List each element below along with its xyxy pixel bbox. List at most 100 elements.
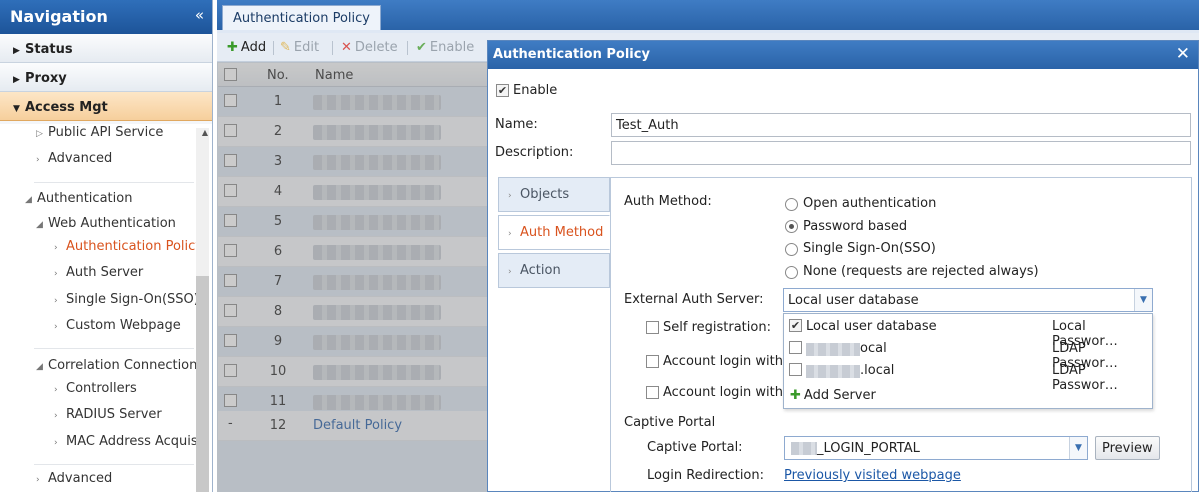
side-tab-objects[interactable]: › Objects — [498, 177, 610, 212]
account-login-w-label: Account login with W — [663, 354, 800, 369]
login-redirection-label: Login Redirection: — [647, 468, 764, 483]
tree-label: Public API Service — [48, 125, 164, 140]
divider — [34, 464, 194, 465]
radio-open-authentication[interactable] — [785, 198, 798, 211]
radio-label: None (requests are rejected always) — [803, 264, 1039, 279]
dropdown-option[interactable]: .local LDAP Passwor… — [784, 359, 1152, 393]
delete-button[interactable]: ✕ Delete — [341, 40, 398, 55]
external-auth-select[interactable]: Local user database ▼ — [783, 288, 1153, 312]
tree-item-auth-server[interactable]: › Auth Server — [54, 265, 143, 280]
chevron-right-icon: › — [36, 475, 40, 485]
chevron-right-icon: › — [508, 267, 512, 277]
toolbar-separator — [273, 41, 274, 55]
dialog-title: Authentication Policy — [493, 47, 650, 62]
account-login-s-checkbox[interactable] — [646, 386, 659, 399]
tree-item-correlation-connection[interactable]: ◢ Correlation Connection — [36, 358, 197, 373]
tree-label: Authentication Policy — [66, 239, 203, 254]
edit-label: Edit — [293, 40, 320, 55]
dropdown-option[interactable]: ✔ Local user database Local Passwor… — [784, 315, 1152, 349]
close-icon[interactable]: ✕ — [1176, 44, 1190, 64]
enable-checkbox[interactable]: ✔ — [496, 84, 509, 97]
name-input[interactable]: Test_Auth — [611, 113, 1191, 137]
plus-icon: ✚ — [790, 388, 801, 403]
chevron-right-icon: › — [54, 411, 58, 421]
description-label: Description: — [495, 145, 574, 160]
tab-strip: Authentication Policy — [217, 0, 1199, 30]
nav-section-proxy[interactable]: ▶ Proxy — [0, 63, 212, 92]
add-button[interactable]: ✚ Add — [227, 40, 266, 55]
side-tab-action[interactable]: › Action — [498, 253, 610, 288]
tree-item-public-api[interactable]: ▷ Public API Service — [36, 125, 163, 140]
chevron-right-icon: › — [54, 385, 58, 395]
tree-label: RADIUS Server — [66, 407, 162, 422]
nav-section-access-mgt[interactable]: ▼ Access Mgt — [0, 92, 212, 121]
radio-password-based[interactable] — [785, 220, 798, 233]
external-auth-label: External Auth Server: — [624, 292, 764, 307]
description-input[interactable] — [611, 141, 1191, 165]
expanded-triangle-icon: ◢ — [36, 362, 43, 372]
tree-label: Correlation Connection — [48, 358, 198, 373]
chevron-right-icon: › — [54, 438, 58, 448]
tab-authentication-policy[interactable]: Authentication Policy — [222, 5, 381, 30]
self-registration-checkbox[interactable] — [646, 321, 659, 334]
auth-method-label: Auth Method: — [624, 194, 712, 209]
authentication-policy-dialog: Authentication Policy ✕ ✔ Enable Name: T… — [487, 40, 1199, 492]
divider — [34, 182, 194, 183]
option-name: Local user database — [806, 319, 937, 334]
tree-item-radius-server[interactable]: › RADIUS Server — [54, 407, 162, 422]
tree-item-authentication-policy[interactable]: › Authentication Policy — [54, 239, 203, 254]
nav-scrollbar-thumb[interactable] — [196, 276, 209, 492]
option-type: LDAP Passwor… — [1052, 363, 1118, 393]
scroll-up-icon[interactable]: ▲ — [202, 128, 208, 137]
divider — [34, 348, 194, 349]
self-registration-label: Self registration: — [663, 320, 771, 335]
navigation-title: Navigation — [10, 7, 108, 26]
nav-section-label: Status — [25, 42, 73, 57]
dropdown-option[interactable]: ocal LDAP Passwor… — [784, 337, 1152, 371]
tree-item-advanced[interactable]: › Advanced — [36, 151, 112, 166]
option-checkbox[interactable] — [789, 363, 802, 376]
tree-label: Single Sign-On(SSO) — [66, 292, 199, 307]
tree-item-sso[interactable]: › Single Sign-On(SSO) — [54, 292, 199, 307]
tree-item-advanced-bottom[interactable]: › Advanced — [36, 471, 112, 486]
enable-button[interactable]: ✔ Enable — [416, 40, 474, 55]
collapse-icon[interactable]: « — [195, 6, 204, 24]
captive-portal-select[interactable]: _LOGIN_PORTAL ▼ — [784, 436, 1088, 460]
chevron-down-icon: ▼ — [13, 104, 20, 114]
option-checkbox[interactable] — [789, 341, 802, 354]
preview-button[interactable]: Preview — [1095, 436, 1160, 460]
radio-sso[interactable] — [785, 243, 798, 256]
captive-portal-section-title: Captive Portal — [624, 415, 716, 430]
login-redirection-link[interactable]: Previously visited webpage — [784, 468, 961, 483]
chevron-down-icon[interactable]: ▼ — [1134, 289, 1152, 311]
tree-item-web-authentication[interactable]: ◢ Web Authentication — [36, 216, 176, 231]
nav-section-label: Access Mgt — [25, 100, 108, 115]
navigation-panel: Navigation « ▶ Status ▶ Proxy ▼ Access Mgt … — [0, 0, 213, 492]
tree-item-custom-webpage[interactable]: › Custom Webpage — [54, 318, 181, 333]
chevron-right-icon: › — [54, 296, 58, 306]
toolbar-separator — [407, 41, 408, 55]
account-login-s-label: Account login with S — [663, 385, 796, 400]
x-icon: ✕ — [341, 40, 352, 55]
chevron-right-icon: › — [508, 191, 512, 201]
chevron-right-icon: › — [54, 322, 58, 332]
add-label: Add — [240, 40, 267, 55]
side-tab-auth-method[interactable]: › Auth Method — [498, 215, 610, 250]
nav-section-status[interactable]: ▶ Status — [0, 34, 212, 63]
tree-item-authentication[interactable]: ◢ Authentication — [25, 191, 132, 206]
modal-overlay — [217, 62, 487, 492]
toolbar-separator — [332, 41, 333, 55]
tree-item-mac-address[interactable]: › MAC Address Acquisi — [54, 434, 201, 449]
tree-label: Controllers — [66, 381, 137, 396]
option-checkbox[interactable]: ✔ — [789, 319, 802, 332]
account-login-w-checkbox[interactable] — [646, 355, 659, 368]
tree-label: MAC Address Acquisi — [66, 434, 202, 449]
redacted-text — [806, 343, 860, 356]
select-value: _LOGIN_PORTAL — [817, 441, 920, 456]
enable-label: Enable — [429, 40, 475, 55]
chevron-down-icon[interactable]: ▼ — [1069, 437, 1087, 459]
add-server-button[interactable]: ✚ Add Server — [790, 388, 876, 403]
tree-item-controllers[interactable]: › Controllers — [54, 381, 137, 396]
radio-none[interactable] — [785, 266, 798, 279]
edit-button[interactable]: ✎ Edit — [280, 40, 319, 55]
